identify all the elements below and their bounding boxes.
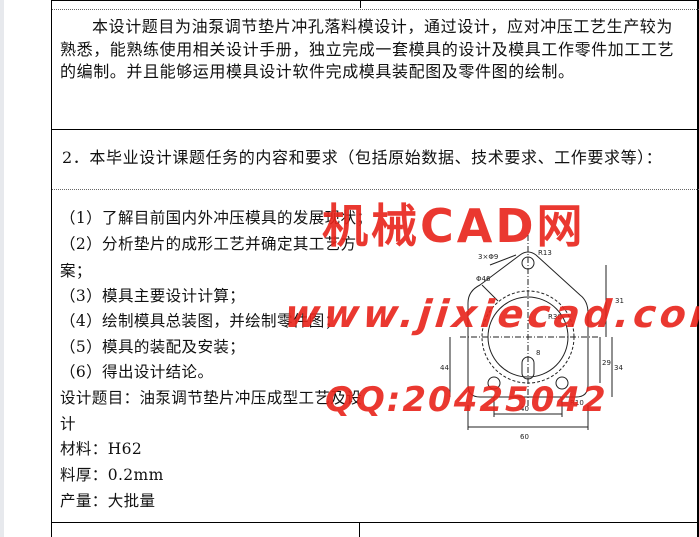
design-topic-cont: 计 (60, 415, 76, 433)
task-3: （3）模具主要设计计算； (60, 287, 246, 305)
gasket-drawing: 3×Φ9 R13 Φ46 R30 R10 31 29 34 44 8 40 60 (440, 235, 624, 441)
dim-34: 34 (614, 364, 623, 372)
production-volume: 产量：大批量 (60, 492, 156, 510)
table-top-border (51, 0, 699, 1)
task-6: （6）得出设计结论。 (60, 363, 214, 381)
dim-31: 31 (615, 297, 624, 305)
dim-dia46: Φ46 (476, 275, 491, 283)
hole-left (487, 376, 501, 390)
dim-29: 29 (602, 359, 611, 367)
thickness: 料厚：0.2mm (60, 466, 164, 484)
task-2-cont: 案； (60, 262, 92, 280)
design-topic: 设计题目：油泵调节垫片冲压成型工艺及设 (60, 389, 363, 407)
section-dotted-divider (52, 189, 699, 190)
top-dotted-divider (52, 9, 699, 10)
intro-paragraph: 本设计题目为油泵调节垫片冲孔落料模设计，通过设计，应对冲压工艺生产较为熟悉，能熟… (60, 17, 675, 81)
dim-r30: R30 (548, 313, 562, 321)
left-edge (0, 0, 4, 537)
task-4: （4）绘制模具总装图，并绘制零件图； (60, 312, 341, 330)
dim-8: 8 (536, 349, 540, 357)
dim-40: 40 (520, 405, 529, 413)
dim-holes: 3×Φ9 (478, 253, 498, 261)
bottom-row-divider (51, 522, 699, 523)
dim-r10: R10 (570, 399, 584, 407)
top-cell-tick (360, 0, 361, 8)
hole-right (555, 376, 569, 390)
dim-44: 44 (440, 364, 449, 372)
bottom-cell-divider (359, 522, 360, 537)
task-1: （1）了解目前国内外冲压模具的发展现状； (60, 209, 373, 227)
row-divider (51, 129, 699, 130)
task-2: （2）分析垫片的成形工艺并确定其工艺方 (60, 235, 357, 253)
dim-r13: R13 (538, 249, 552, 257)
material: 材料：H62 (60, 440, 143, 458)
dim-60: 60 (520, 433, 529, 441)
task-5: （5）模具的装配及安装； (60, 338, 246, 356)
section2-heading: 2．本毕业设计课题任务的内容和要求（包括原始数据、技术要求、工作要求等）： (62, 148, 663, 167)
table-left-border (51, 0, 52, 537)
